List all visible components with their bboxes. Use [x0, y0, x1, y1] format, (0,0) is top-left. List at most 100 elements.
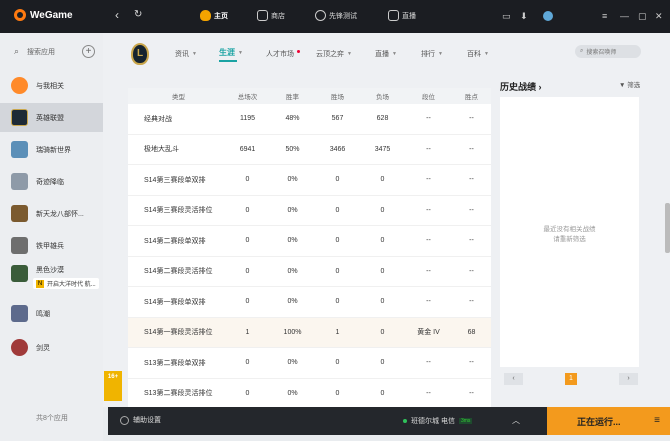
maximize-icon[interactable]: ▢ — [638, 11, 647, 22]
cell: 黄金 IV — [417, 329, 440, 337]
cell: 0 — [335, 359, 340, 367]
tab-news[interactable]: 资讯 ▼ — [175, 49, 197, 59]
tab-label: 云顶之弈 — [316, 51, 344, 58]
tab-live[interactable]: 直播 ▼ — [375, 49, 397, 59]
summoner-search-input[interactable]: ⌕ 搜索召唤师 — [575, 45, 641, 58]
tab-label: 百科 — [467, 51, 481, 58]
prev-page-icon[interactable]: ‹ — [504, 373, 523, 385]
back-icon[interactable]: ‹ — [115, 8, 119, 22]
chevron-up-icon[interactable]: ︿ — [512, 415, 520, 426]
table-row[interactable]: S14第一赛段灵活排位 1 100% 1 0 黄金 IV 68 — [128, 317, 491, 348]
tab-career[interactable]: 生涯 ▼ — [219, 47, 243, 58]
cell: 1195 — [239, 115, 256, 123]
table-row[interactable]: 极地大乱斗 6941 50% 3466 3475 -- -- — [128, 135, 491, 165]
store-icon — [257, 10, 268, 21]
history-filter-button[interactable]: ▼ 筛选 — [619, 79, 640, 89]
table-row[interactable]: S13第二赛段灵活排位 0 0% 0 0 -- -- — [128, 379, 491, 408]
sidebar-item-game-5[interactable]: 新天龙八部怀... — [0, 199, 103, 228]
minimize-icon[interactable]: — — [620, 11, 629, 21]
table-row[interactable]: S13第二赛段单双排 0 0% 0 0 -- -- — [128, 348, 491, 379]
table-row[interactable]: S14第一赛段单双排 0 0% 0 0 -- -- — [128, 287, 491, 318]
table-row[interactable]: S14第二赛段单双排 0 0% 0 0 -- -- — [128, 226, 491, 257]
nav-pioneer-label: 先锋测试 — [329, 12, 357, 20]
server-status[interactable]: 班德尔城 电信 3ms — [403, 416, 473, 426]
next-page-icon[interactable]: › — [619, 373, 638, 385]
game-icon — [11, 305, 28, 322]
tab-label: 排行 — [421, 51, 435, 58]
table-row[interactable]: S14第三赛段单双排 0 0% 0 0 -- -- — [128, 165, 491, 196]
lol-logo-icon[interactable] — [131, 43, 149, 65]
chevron-down-icon: ▼ — [238, 49, 243, 56]
chevron-down-icon: ▼ — [438, 51, 443, 57]
tab-tft[interactable]: 云顶之弈 ▼ — [316, 49, 352, 59]
message-icon[interactable]: ▭ — [502, 11, 511, 22]
sidebar-item-game-6[interactable]: 铁甲雄兵 — [0, 231, 103, 260]
status-dot-icon — [403, 419, 407, 423]
table-row[interactable]: 经典对战 1195 48% 567 628 -- -- — [128, 104, 491, 135]
table-row[interactable]: S14第三赛段灵活排位 0 0% 0 0 -- -- — [128, 196, 491, 226]
cell: 6941 — [239, 145, 256, 153]
filter-label: 筛选 — [627, 82, 641, 89]
cell: 经典对战 — [144, 115, 172, 123]
cell: 0% — [287, 359, 298, 367]
cell: 0% — [287, 298, 298, 306]
wegame-logo[interactable]: WeGame — [14, 9, 73, 21]
tab-label: 生涯 — [219, 48, 235, 57]
sidebar-item-lol[interactable]: 英雄联盟 — [0, 103, 103, 132]
history-title[interactable]: 历史战绩 › — [500, 80, 542, 93]
table-header: 类型 总场次 胜率 胜场 负场 段位 胜点 — [128, 88, 491, 104]
tab-talent-market[interactable]: 人才市场 — [266, 49, 300, 59]
cell: 567 — [331, 115, 344, 123]
cell: 3466 — [329, 145, 346, 153]
sidebar-item-game-3[interactable]: 瑞骑新世界 — [0, 135, 103, 164]
scrollbar-handle[interactable] — [665, 203, 670, 253]
download-icon[interactable]: ⬇ — [520, 11, 528, 22]
tab-label: 资讯 — [175, 51, 189, 58]
cell: -- — [426, 176, 431, 184]
cell: 0 — [335, 176, 340, 184]
nav-store[interactable]: 商店 — [257, 10, 285, 21]
ping-badge: 3ms — [458, 418, 473, 424]
promo-badge[interactable]: N 开启大洋时代 航... — [33, 278, 99, 289]
empty-line-1: 最近没有相关战绩 — [543, 226, 596, 233]
current-page[interactable]: 1 — [565, 373, 577, 385]
menu-icon[interactable]: ≡ — [654, 415, 660, 426]
app-search[interactable]: ⌕ 搜索应用 — [14, 46, 55, 57]
cell: S14第三赛段灵活排位 — [144, 207, 213, 215]
col-lp: 胜点 — [465, 94, 478, 101]
running-label: 正在运行... — [577, 416, 621, 427]
top-bar: WeGame ‹ ↻ 主页 商店 先锋测试 直播 ▭ ⬇ ≡ — ▢ ✕ — [0, 0, 670, 33]
filter-icon: ▼ — [619, 82, 626, 89]
cell: 0 — [335, 389, 340, 397]
add-app-button[interactable]: + — [82, 45, 95, 58]
cell: -- — [426, 237, 431, 245]
sidebar-item-game-4[interactable]: 奇迹降临 — [0, 167, 103, 196]
tab-wiki[interactable]: 百科 ▼ — [467, 49, 489, 59]
active-tab-indicator — [219, 60, 237, 62]
tab-ranking[interactable]: 排行 ▼ — [421, 49, 443, 59]
sidebar-item-label: 鸣潮 — [36, 310, 50, 318]
avatar[interactable] — [543, 11, 553, 21]
cell: 3475 — [374, 145, 391, 153]
sidebar-item-related[interactable]: 与我相关 — [0, 71, 103, 100]
sidebar-item-game-9[interactable]: 剑灵 — [0, 333, 103, 362]
nav-pioneer-test[interactable]: 先锋测试 — [315, 10, 357, 21]
cell: 0 — [380, 328, 385, 336]
chevron-down-icon: ▼ — [192, 51, 197, 57]
sidebar-item-game-8[interactable]: 鸣潮 — [0, 299, 103, 328]
cell: S14第二赛段单双排 — [144, 237, 206, 245]
refresh-icon[interactable]: ↻ — [134, 9, 142, 20]
related-icon — [11, 77, 28, 94]
assist-settings-button[interactable]: 辅助设置 — [120, 415, 161, 425]
col-wins: 胜场 — [331, 94, 344, 101]
table-row[interactable]: S14第二赛段灵活排位 0 0% 0 0 -- -- — [128, 257, 491, 287]
empty-line-2: 请重新筛选 — [553, 236, 586, 243]
nav-home[interactable]: 主页 — [200, 10, 228, 21]
running-button[interactable]: 正在运行... ≡ — [547, 407, 670, 435]
cell: 1 — [335, 328, 340, 336]
menu-icon[interactable]: ≡ — [602, 11, 607, 21]
game-icon — [11, 237, 28, 254]
mascot-icon — [200, 10, 211, 21]
close-icon[interactable]: ✕ — [655, 11, 663, 22]
nav-live[interactable]: 直播 — [388, 10, 416, 21]
